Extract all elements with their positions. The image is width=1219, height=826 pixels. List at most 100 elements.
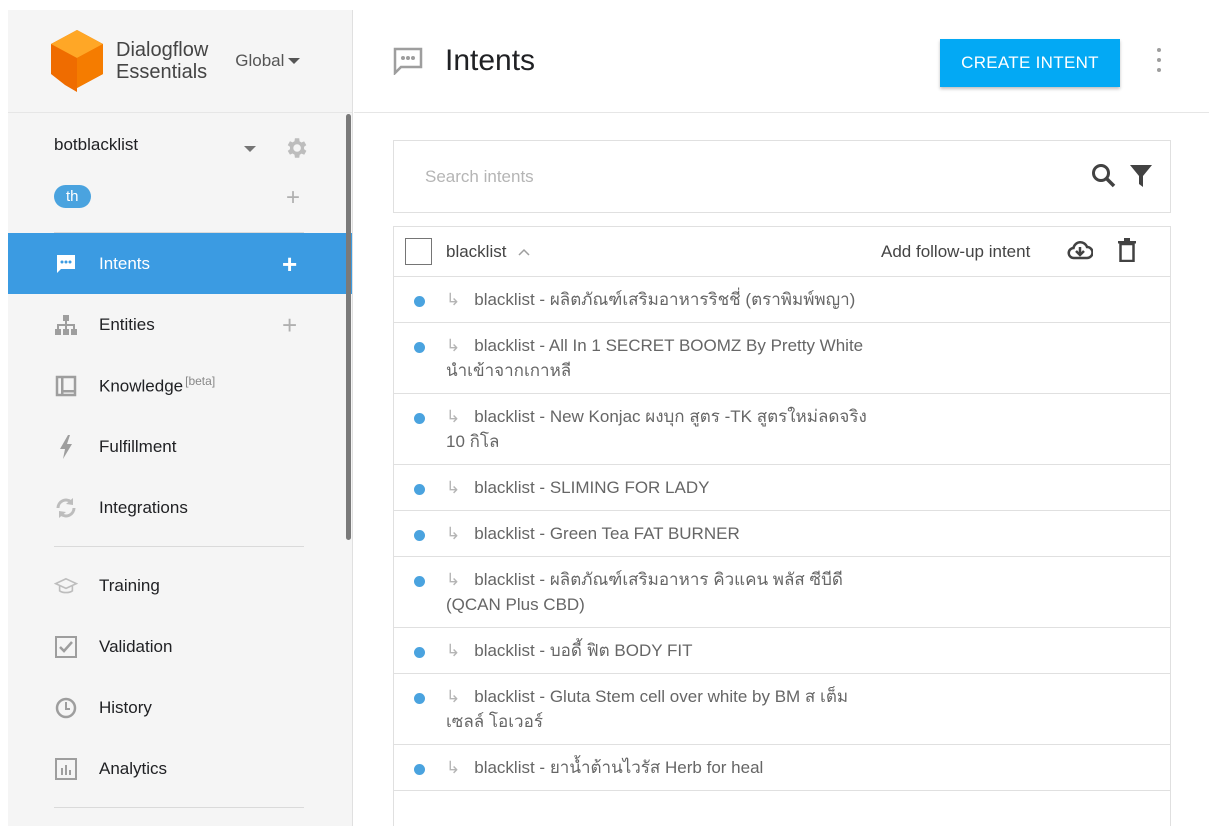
product-name: Dialogflow Essentials (116, 39, 208, 83)
add-entity-icon[interactable]: + (282, 312, 297, 338)
sidebar-nav: Intents + Entities + Knowledge [beta] Ful… (8, 233, 352, 808)
status-dot (414, 693, 425, 704)
agent-panel: botblacklist th + (8, 113, 352, 233)
list-item[interactable]: ↳ blacklist - All In 1 SECRET BOOMZ By Pr… (394, 323, 1170, 394)
intent-name[interactable]: blacklist - ยาน้ำต้านไวรัส Herb for heal (474, 758, 763, 777)
sidebar-scrollbar[interactable] (346, 114, 351, 540)
list-item[interactable]: ↳ blacklist - New Konjac ผงบุก สูตร -TK ส… (394, 394, 1170, 465)
sidebar-item-fulfillment[interactable]: Fulfillment (8, 416, 352, 477)
sidebar-item-intents[interactable]: Intents + (8, 233, 352, 294)
list-item[interactable]: ↳ blacklist - ยาน้ำต้านไวรัส Herb for hea… (394, 745, 1170, 791)
page-header: Intents CREATE INTENT (354, 10, 1209, 113)
cloud-download-icon[interactable] (1067, 240, 1093, 262)
brand-header: Dialogflow Essentials Global (8, 10, 352, 113)
bar-chart-icon (54, 757, 78, 781)
graduation-cap-icon (54, 574, 78, 598)
status-dot (414, 576, 425, 587)
sidebar-item-label: Integrations (99, 497, 188, 517)
intent-name[interactable]: blacklist - ผลิตภัณฑ์เสริมอาหาร คิวแคน พ… (446, 570, 843, 614)
sidebar-item-label: Training (99, 575, 160, 595)
sidebar: Dialogflow Essentials Global botblacklis… (8, 10, 353, 826)
sidebar-item-analytics[interactable]: Analytics (8, 738, 352, 799)
status-dot (414, 530, 425, 541)
nav-divider (54, 546, 304, 547)
status-dot (414, 484, 425, 495)
create-intent-button[interactable]: CREATE INTENT (940, 39, 1120, 87)
language-chip[interactable]: th (54, 185, 91, 208)
status-dot (414, 647, 425, 658)
agent-dropdown-icon[interactable] (244, 146, 256, 152)
list-item[interactable]: ↳ blacklist - บอดี้ ฟิต BODY FIT (394, 628, 1170, 674)
product-name-line1: Dialogflow (116, 39, 209, 61)
subdirectory-arrow-icon: ↳ (446, 570, 461, 589)
status-dot (414, 296, 425, 307)
add-language-icon[interactable]: + (286, 186, 300, 210)
sidebar-item-integrations[interactable]: Integrations (8, 477, 352, 538)
sidebar-item-label: Validation (99, 636, 173, 656)
region-selector[interactable]: Global (235, 51, 301, 71)
sidebar-item-training[interactable]: Training (8, 555, 352, 616)
list-item[interactable]: ↳ blacklist - Green Tea FAT BURNER (394, 511, 1170, 557)
clock-icon (54, 696, 78, 720)
intent-name[interactable]: blacklist - All In 1 SECRET BOOMZ By Pre… (446, 336, 863, 380)
filter-icon[interactable] (1129, 163, 1153, 189)
chevron-down-icon (288, 58, 301, 64)
chat-bubble-icon (393, 47, 423, 75)
sidebar-item-validation[interactable]: Validation (8, 616, 352, 677)
sidebar-item-entities[interactable]: Entities + (8, 294, 352, 355)
nav-divider (54, 807, 304, 808)
select-checkbox[interactable] (405, 238, 432, 265)
checkbox-icon (54, 635, 78, 659)
list-item[interactable]: ↳ blacklist - ผลิตภัณฑ์เสริมอาหารริชชี่ (… (394, 277, 1170, 323)
main-content: Intents CREATE INTENT blacklist Add foll… (354, 10, 1209, 826)
sidebar-item-history[interactable]: History (8, 677, 352, 738)
subdirectory-arrow-icon: ↳ (446, 336, 461, 355)
knowledge-label: Knowledge (99, 376, 184, 396)
more-vert-icon[interactable] (1156, 48, 1162, 72)
parent-intent-row[interactable]: blacklist Add follow-up intent (394, 227, 1170, 277)
add-followup-link[interactable]: Add follow-up intent (881, 242, 1030, 262)
product-name-line2: Essentials (116, 61, 208, 83)
hierarchy-icon (54, 313, 78, 337)
intent-name[interactable]: blacklist - บอดี้ ฟิต BODY FIT (474, 641, 692, 660)
subdirectory-arrow-icon: ↳ (446, 290, 461, 309)
list-item[interactable]: ↳ blacklist - Gluta Stem cell over white … (394, 674, 1170, 745)
beta-badge: [beta] (185, 374, 216, 389)
page-title: Intents (445, 44, 536, 77)
chat-bubble-icon (54, 252, 78, 276)
dialogflow-logo[interactable] (51, 30, 103, 92)
chevron-up-icon[interactable] (518, 248, 530, 256)
list-item[interactable]: ↳ blacklist - ผลิตภัณฑ์เสริมอาหาร คิวแคน … (394, 557, 1170, 628)
search-icon[interactable] (1091, 163, 1117, 189)
intent-name[interactable]: blacklist - ผลิตภัณฑ์เสริมอาหารริชชี่ (ต… (474, 290, 855, 309)
delete-icon[interactable] (1117, 238, 1137, 262)
subdirectory-arrow-icon: ↳ (446, 478, 461, 497)
intent-name[interactable]: blacklist - New Konjac ผงบุก สูตร -TK สู… (446, 407, 867, 451)
add-intent-icon[interactable]: + (282, 251, 297, 277)
region-label: Global (235, 51, 285, 70)
sync-icon (54, 496, 78, 520)
intent-name[interactable]: blacklist - Green Tea FAT BURNER (474, 524, 739, 543)
intent-name[interactable]: blacklist - SLIMING FOR LADY (474, 478, 709, 497)
subdirectory-arrow-icon: ↳ (446, 407, 461, 426)
list-item[interactable]: ↳ blacklist - SLIMING FOR LADY (394, 465, 1170, 511)
status-dot (414, 413, 425, 424)
parent-intent-name[interactable]: blacklist (446, 242, 506, 262)
gear-icon[interactable] (283, 135, 309, 161)
sidebar-item-knowledge[interactable]: Knowledge [beta] (8, 355, 352, 416)
intent-list: blacklist Add follow-up intent ↳ blacklis… (393, 226, 1171, 826)
search-bar (393, 140, 1171, 213)
sidebar-item-label: Fulfillment (99, 436, 177, 456)
subdirectory-arrow-icon: ↳ (446, 758, 461, 777)
sidebar-item-label: Knowledge [beta] (99, 374, 215, 397)
sidebar-item-label: Intents (99, 253, 151, 273)
sidebar-item-label: History (99, 697, 152, 717)
book-icon (54, 374, 78, 398)
subdirectory-arrow-icon: ↳ (446, 524, 461, 543)
sidebar-item-label: Entities (99, 314, 155, 334)
search-input[interactable] (425, 166, 1025, 187)
lightning-icon (54, 434, 78, 459)
subdirectory-arrow-icon: ↳ (446, 641, 461, 660)
status-dot (414, 764, 425, 775)
intent-name[interactable]: blacklist - Gluta Stem cell over white b… (446, 687, 848, 731)
